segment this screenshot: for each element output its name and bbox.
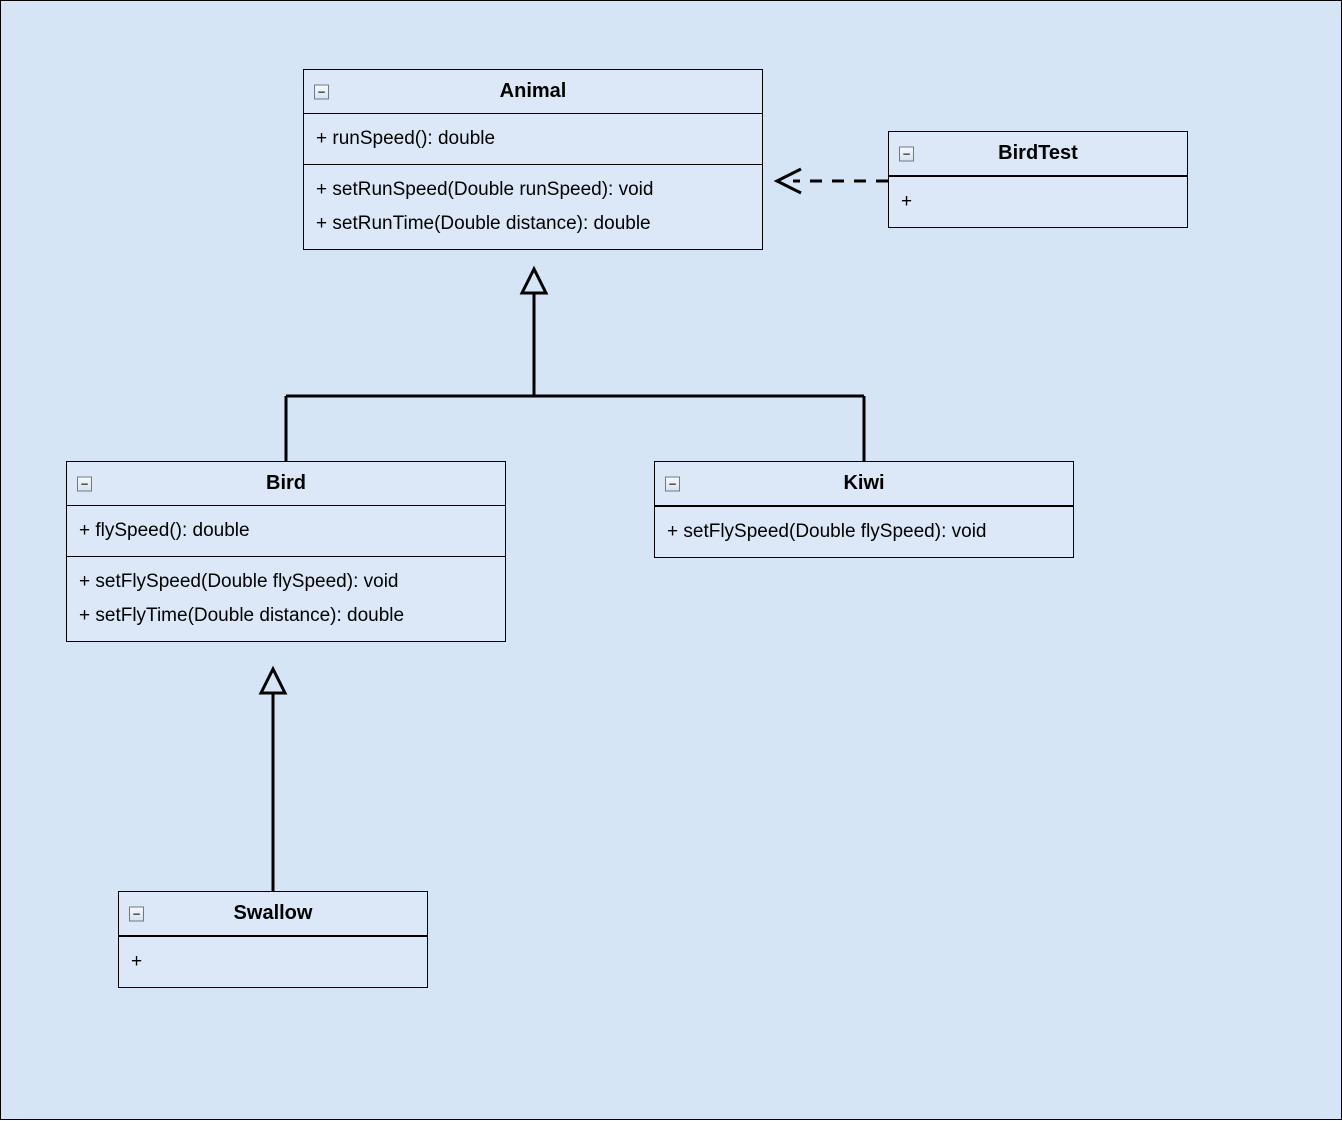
- operations-section: + setFlySpeed(Double flySpeed): void: [655, 507, 1073, 557]
- generalization-arrow-animal: [522, 269, 546, 293]
- collapse-icon[interactable]: −: [899, 146, 914, 161]
- operation: + setFlySpeed(Double flySpeed): void: [79, 565, 493, 599]
- attribute: + flySpeed(): double: [79, 514, 493, 548]
- class-name: BirdTest: [998, 142, 1078, 164]
- class-title: − BirdTest: [889, 132, 1187, 176]
- class-title: − Bird: [67, 462, 505, 506]
- attributes-section: + runSpeed(): double: [304, 114, 762, 164]
- collapse-icon[interactable]: −: [314, 84, 329, 99]
- class-name: Kiwi: [843, 472, 884, 494]
- class-name: Swallow: [234, 902, 313, 924]
- uml-canvas: − Animal + runSpeed(): double + setRunSp…: [0, 0, 1342, 1120]
- collapse-icon[interactable]: −: [665, 476, 680, 491]
- operations-section: +: [119, 937, 427, 987]
- class-title: − Animal: [304, 70, 762, 114]
- operations-section: +: [889, 177, 1187, 227]
- operation: +: [901, 185, 1175, 219]
- generalization-arrow-bird: [261, 669, 285, 693]
- class-title: − Swallow: [119, 892, 427, 936]
- class-animal[interactable]: − Animal + runSpeed(): double + setRunSp…: [303, 69, 763, 250]
- class-title: − Kiwi: [655, 462, 1073, 506]
- operation: + setRunSpeed(Double runSpeed): void: [316, 173, 750, 207]
- class-name: Bird: [266, 472, 306, 494]
- class-name: Animal: [500, 80, 567, 102]
- operation: +: [131, 945, 415, 979]
- class-swallow[interactable]: − Swallow +: [118, 891, 428, 988]
- attributes-section: + flySpeed(): double: [67, 506, 505, 556]
- class-bird[interactable]: − Bird + flySpeed(): double + setFlySpee…: [66, 461, 506, 642]
- class-kiwi[interactable]: − Kiwi + setFlySpeed(Double flySpeed): v…: [654, 461, 1074, 558]
- operation: + setRunTime(Double distance): double: [316, 207, 750, 241]
- operations-section: + setFlySpeed(Double flySpeed): void + s…: [67, 556, 505, 641]
- operations-section: + setRunSpeed(Double runSpeed): void + s…: [304, 164, 762, 249]
- operation: + setFlyTime(Double distance): double: [79, 599, 493, 633]
- dependency-arrow: [777, 169, 888, 193]
- attribute: + runSpeed(): double: [316, 122, 750, 156]
- class-birdtest[interactable]: − BirdTest +: [888, 131, 1188, 228]
- operation: + setFlySpeed(Double flySpeed): void: [667, 515, 1061, 549]
- collapse-icon[interactable]: −: [129, 906, 144, 921]
- collapse-icon[interactable]: −: [77, 476, 92, 491]
